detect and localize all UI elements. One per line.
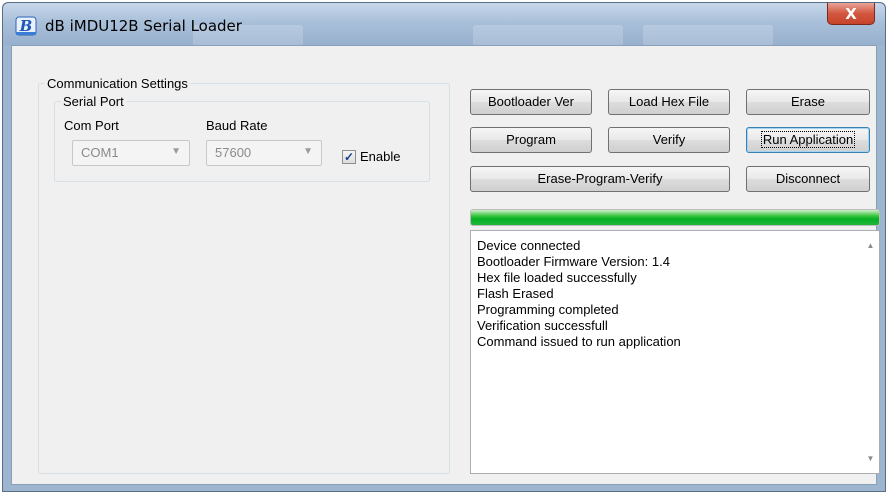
log-line: Bootloader Firmware Version: 1.4 <box>477 254 670 269</box>
enable-checkbox[interactable]: ✓ <box>342 150 356 164</box>
title-bar-decoration <box>643 25 773 45</box>
log-scrollbar[interactable]: ▲ ▼ <box>862 231 879 473</box>
log-line: Programming completed <box>477 302 619 317</box>
scroll-down-icon[interactable]: ▼ <box>862 450 879 467</box>
baud-rate-label: Baud Rate <box>206 118 268 133</box>
communication-settings-legend: Communication Settings <box>47 76 188 91</box>
log-line: Flash Erased <box>477 286 554 301</box>
com-port-value: COM1 <box>81 145 119 160</box>
enable-label: Enable <box>360 149 401 164</box>
window-title: dB iMDU12B Serial Loader <box>45 17 242 35</box>
button-label: Bootloader Ver <box>487 94 574 109</box>
client-area: Communication Settings Serial Port Com P… <box>11 45 880 485</box>
log-line: Verification successfull <box>477 318 608 333</box>
run-application-button[interactable]: Run Application <box>746 127 870 153</box>
status-log[interactable]: Device connected Bootloader Firmware Vers… <box>470 230 880 474</box>
button-label: Verify <box>652 132 686 147</box>
button-label: Erase-Program-Verify <box>537 171 663 186</box>
log-line: Hex file loaded successfully <box>477 270 637 285</box>
chevron-down-icon: ▼ <box>303 146 313 157</box>
close-icon: X <box>845 5 857 23</box>
program-button[interactable]: Program <box>470 127 592 153</box>
baud-rate-value: 57600 <box>215 145 252 160</box>
log-line: Command issued to run application <box>477 334 681 349</box>
baud-rate-select[interactable]: 57600 ▼ <box>206 140 322 166</box>
scroll-up-icon[interactable]: ▲ <box>862 237 879 254</box>
erase-button[interactable]: Erase <box>746 89 870 115</box>
button-label: Load Hex File <box>628 94 710 109</box>
button-label: Program <box>506 132 556 147</box>
title-bar-decoration <box>473 25 623 45</box>
disconnect-button[interactable]: Disconnect <box>746 166 870 192</box>
app-window: B dB iMDU12B Serial Loader X Communicati… <box>2 2 886 492</box>
checkmark-icon: ✓ <box>343 150 355 164</box>
com-port-select[interactable]: COM1 ▼ <box>72 140 190 166</box>
title-bar[interactable]: B dB iMDU12B Serial Loader X <box>3 3 885 45</box>
chevron-down-icon: ▼ <box>171 146 181 157</box>
verify-button[interactable]: Verify <box>608 127 730 153</box>
button-label: Erase <box>791 94 825 109</box>
progress-fill <box>471 210 879 225</box>
bootloader-ver-button[interactable]: Bootloader Ver <box>470 89 592 115</box>
app-icon: B <box>15 16 37 36</box>
log-lines: Device connected Bootloader Firmware Vers… <box>477 238 857 350</box>
button-label: Disconnect <box>775 171 841 186</box>
button-label: Run Application <box>760 131 856 148</box>
close-button[interactable]: X <box>827 3 875 25</box>
erase-program-verify-button[interactable]: Erase-Program-Verify <box>470 166 730 192</box>
serial-port-group: Serial Port <box>54 94 430 182</box>
serial-port-legend: Serial Port <box>63 94 124 109</box>
load-hex-file-button[interactable]: Load Hex File <box>608 89 730 115</box>
log-line: Device connected <box>477 238 581 253</box>
com-port-label: Com Port <box>64 118 119 133</box>
progress-bar <box>470 209 880 226</box>
